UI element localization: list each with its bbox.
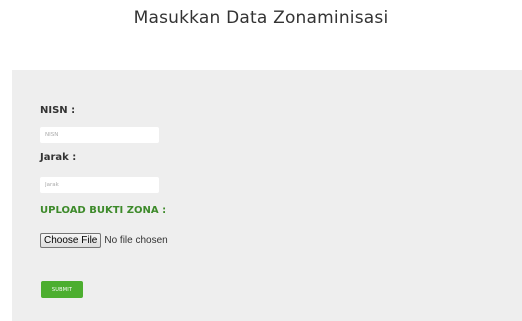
page: Masukkan Data Zonaminisasi NISN : Jarak … [0, 0, 522, 321]
submit-button[interactable]: SUBMIT [41, 281, 83, 298]
zonasi-form: NISN : Jarak : UPLOAD BUKTI ZONA : Choos… [12, 70, 522, 321]
upload-bukti-zona-label: UPLOAD BUKTI ZONA : [40, 205, 167, 216]
file-upload-field: Choose File No file chosen [40, 232, 168, 248]
nisn-label: NISN : [40, 105, 76, 116]
nisn-input[interactable] [40, 127, 159, 143]
choose-file-button[interactable]: Choose File [40, 232, 102, 248]
file-status-text: No file chosen [104, 234, 168, 246]
page-title: Masukkan Data Zonaminisasi [133, 8, 389, 28]
jarak-input[interactable] [40, 177, 159, 193]
jarak-label: Jarak : [40, 152, 77, 163]
